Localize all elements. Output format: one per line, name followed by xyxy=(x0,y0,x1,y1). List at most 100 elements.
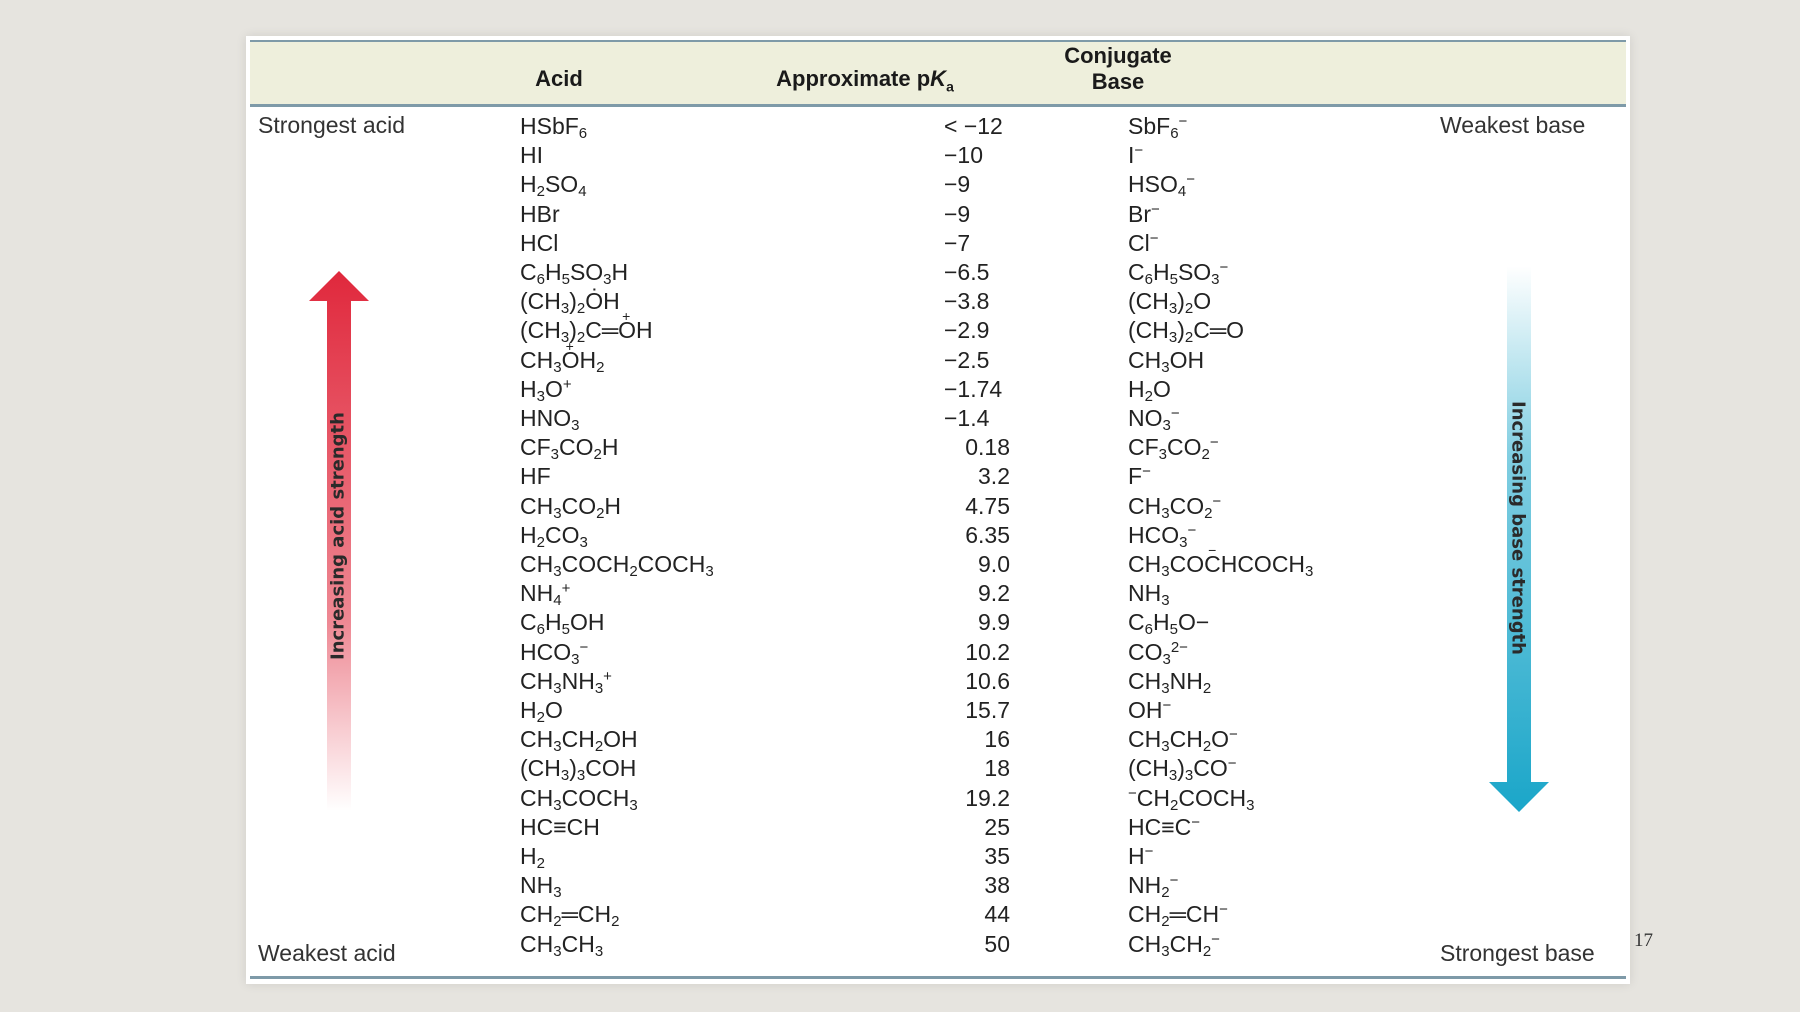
conjugate-base-cell: CO32− xyxy=(1128,639,1188,668)
pka-cell: 35 xyxy=(984,843,1010,869)
pka-cell: 38 xyxy=(984,872,1010,898)
acid-column-header: Acid xyxy=(535,66,583,91)
pka-cell: 10.6 xyxy=(965,668,1010,694)
conjugate-base-column-header: Conjugate Base xyxy=(1018,43,1218,95)
acid-cell: CH3COCH2COCH3 xyxy=(520,551,714,580)
acid-cell: H2SO4 xyxy=(520,171,587,200)
acid-strength-arrow-label: Increasing acid strength xyxy=(327,412,349,660)
acid-cell: HSbF6 xyxy=(520,113,588,142)
acid-cell: HC≡CH xyxy=(520,814,600,840)
acid-cell: C6H5OH xyxy=(520,609,605,638)
conjugate-base-cell: (CH3)2O xyxy=(1128,288,1212,317)
acid-cell: CH3NH3+ xyxy=(520,668,612,697)
acid-cell: NH4+ xyxy=(520,580,571,609)
acid-cell: (CH3)3COH xyxy=(520,755,637,784)
pka-cell: 9.9 xyxy=(978,609,1010,635)
pka-header-text: Approximate p xyxy=(776,66,931,91)
conjugate-base-header-line2: Base xyxy=(1091,69,1145,94)
conjugate-base-cell: C6H5O− xyxy=(1128,609,1210,638)
conjugate-base-cell: Cl− xyxy=(1128,230,1159,256)
pka-header-k: K xyxy=(930,66,947,91)
acid-cell: CF3CO2H xyxy=(520,434,619,463)
conjugate-base-cell: F− xyxy=(1128,463,1151,489)
pka-table-card: Acid Approximate pKa Conjugate Base HSbF… xyxy=(246,36,1630,984)
pka-cell: < −12 xyxy=(944,113,1003,139)
conjugate-base-cell: OH− xyxy=(1128,697,1172,723)
pka-header-sub: a xyxy=(946,78,954,95)
pka-cell: −3.8 xyxy=(944,288,990,314)
pka-cell: 0.18 xyxy=(965,434,1010,460)
pka-cell: 6.35 xyxy=(965,522,1010,548)
acid-cell: HF xyxy=(520,463,551,489)
conjugate-base-cell: HSO4− xyxy=(1128,171,1195,200)
acid-cell: CH3COCH3 xyxy=(520,785,638,814)
pka-cell: 15.7 xyxy=(965,697,1010,723)
conjugate-base-cell: H− xyxy=(1128,843,1154,869)
pka-cell: −1.74 xyxy=(944,376,1003,402)
acid-cell: HCO3− xyxy=(520,639,589,668)
base-strength-arrow-label: Increasing base strength xyxy=(1507,400,1529,656)
acid-cell: H2CO3 xyxy=(520,522,588,551)
pka-cell: 9.2 xyxy=(978,580,1010,606)
base-strength-arrow: Increasing base strength xyxy=(1488,266,1550,812)
conjugate-base-cell: SbF6− xyxy=(1128,113,1188,142)
conjugate-base-cell: NO3− xyxy=(1128,405,1180,434)
pka-cell: −9 xyxy=(944,201,971,227)
pka-cell: −10 xyxy=(944,142,984,168)
pka-cell: 4.75 xyxy=(965,493,1010,519)
conjugate-base-cell: I− xyxy=(1128,142,1144,168)
slide: Acid Approximate pKa Conjugate Base HSbF… xyxy=(0,0,1800,1012)
pka-cell: −9 xyxy=(944,171,971,197)
conjugate-base-header-line1: Conjugate xyxy=(1064,43,1172,68)
acid-cell: HNO3 xyxy=(520,405,580,434)
conjugate-base-cell: CH2═CH− xyxy=(1128,901,1228,930)
pka-cell: −1.4 xyxy=(944,405,990,431)
acid-cell: CH2═CH2 xyxy=(520,901,620,930)
weakest-base-label: Weakest base xyxy=(1440,112,1586,138)
conjugate-base-cell: CH3CH2− xyxy=(1128,931,1220,960)
acid-cell: C6H5SO3H xyxy=(520,259,629,288)
pka-cell: 9.0 xyxy=(978,551,1010,577)
conjugate-base-cell: (CH3)2C═O xyxy=(1128,317,1245,346)
pka-cell: 16 xyxy=(984,726,1010,752)
conjugate-base-cell: C6H5SO3− xyxy=(1128,259,1229,288)
pka-cell: 44 xyxy=(984,901,1010,927)
pka-cell: 25 xyxy=(984,814,1010,840)
pka-cell: −7 xyxy=(944,230,971,256)
acid-cell: CH3CO2H xyxy=(520,493,622,522)
acid-cell: CH3OH2 xyxy=(520,347,604,375)
acid-cell: CH3CH3 xyxy=(520,931,604,960)
acid-cell: H2O xyxy=(520,697,563,726)
pka-cell: −2.5 xyxy=(944,347,990,373)
page-number: 17 xyxy=(1634,930,1653,951)
conjugate-base-cell: HC≡C− xyxy=(1128,814,1201,840)
acid-cell: HI xyxy=(520,142,543,168)
conjugate-base-cell: NH3 xyxy=(1128,580,1170,609)
acid-cell: HCl xyxy=(520,230,559,256)
conjugate-base-cell: (CH3)3CO− xyxy=(1128,755,1237,784)
acid-cell: H2 xyxy=(520,843,545,872)
conjugate-base-cell: H2O xyxy=(1128,376,1171,405)
acid-cell: CH3CH2OH xyxy=(520,726,638,755)
conjugate-base-cell: Br− xyxy=(1128,201,1160,227)
conjugate-base-cell: CH3CO2− xyxy=(1128,493,1222,522)
pka-cell: 3.2 xyxy=(978,463,1010,489)
acid-strength-arrow: Increasing acid strength xyxy=(308,271,370,811)
pka-cell: −6.5 xyxy=(944,259,990,285)
pka-cell: 50 xyxy=(984,931,1010,957)
pka-column-header: Approximate pKa xyxy=(740,66,990,99)
conjugate-base-cell: CH3NH2 xyxy=(1128,668,1212,697)
conjugate-base-cell: NH2− xyxy=(1128,872,1179,901)
conjugate-base-cell: CH3OH xyxy=(1128,347,1205,376)
acid-cell: HBr xyxy=(520,201,560,227)
table-bottom-rule xyxy=(250,976,1626,979)
conjugate-base-cell: −CH2COCH3 xyxy=(1128,785,1255,814)
acid-cell: (CH3)2ȮH xyxy=(520,288,620,317)
conjugate-base-cell: CH3CH2O− xyxy=(1128,726,1238,755)
pka-cell: 10.2 xyxy=(965,639,1010,665)
conjugate-base-cell: CH3COCHCOCH3 xyxy=(1128,551,1313,579)
strongest-acid-label: Strongest acid xyxy=(258,112,406,138)
conjugate-base-cell: HCO3− xyxy=(1128,522,1197,551)
pka-cell: 18 xyxy=(984,755,1010,781)
strongest-base-label: Strongest base xyxy=(1440,940,1595,966)
